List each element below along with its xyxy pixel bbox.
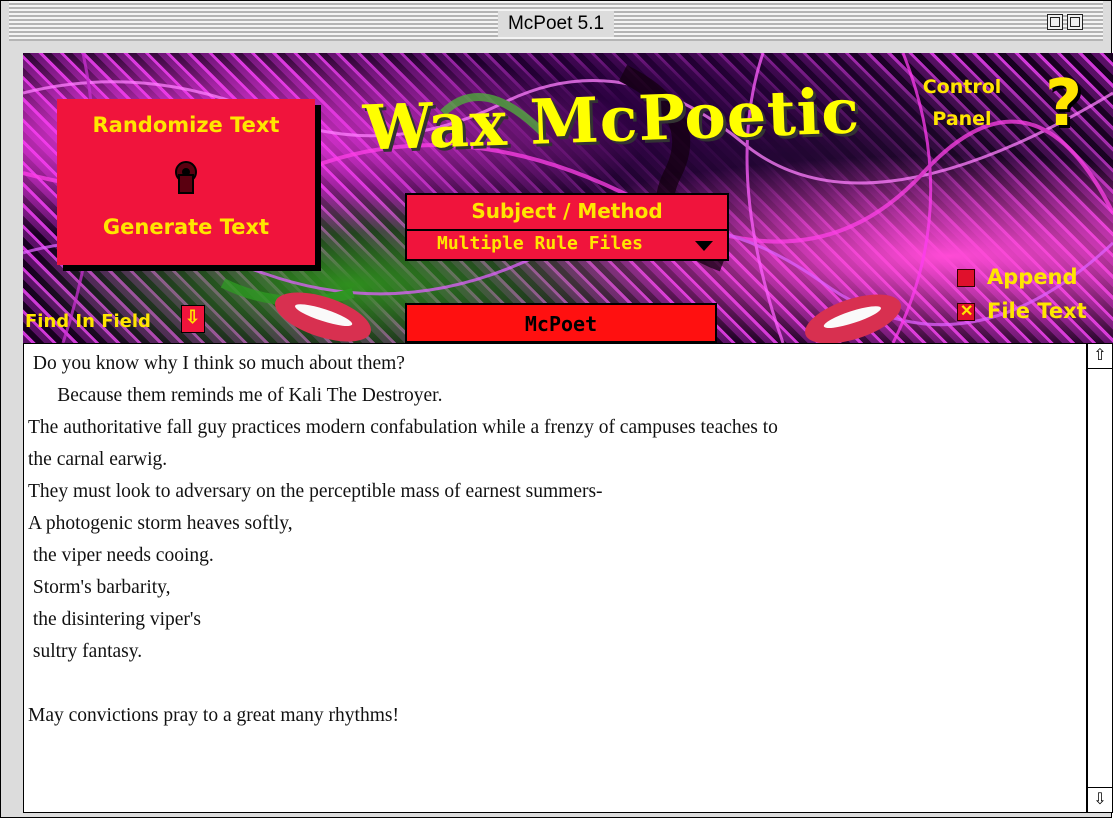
collapse-box-icon[interactable] [1067, 14, 1083, 30]
dropdown-arrow-icon [695, 241, 713, 251]
banner: Randomize Text Generate Text Wax McPoeti… [23, 53, 1113, 343]
poem-text: Do you know why I think so much about th… [28, 353, 778, 726]
poem-text-field[interactable]: Do you know why I think so much about th… [23, 343, 1087, 813]
method-selected-value: Multiple Rule Files [437, 233, 643, 254]
mcpoet-label: McPoet [524, 312, 598, 336]
append-checkbox[interactable] [957, 269, 975, 287]
find-in-field-label: Find In Field [25, 311, 151, 332]
randomize-generate-panel: Randomize Text Generate Text [57, 99, 315, 265]
find-in-field-button[interactable]: ⇩ [181, 305, 205, 333]
generate-text-button[interactable]: Generate Text [57, 215, 315, 239]
keyhole-icon[interactable] [171, 161, 201, 195]
vertical-scrollbar[interactable]: ⇧ ⇩ [1087, 343, 1113, 813]
subject-method-label: Subject / Method [471, 199, 663, 223]
mcpoet-button[interactable]: McPoet [405, 303, 717, 343]
help-icon[interactable]: ? [1045, 67, 1082, 141]
append-label: Append [987, 265, 1078, 289]
scroll-up-arrow-icon[interactable]: ⇧ [1088, 344, 1112, 369]
scroll-down-arrow-icon[interactable]: ⇩ [1088, 787, 1112, 812]
window-title: McPoet 5.1 [497, 11, 615, 37]
zoom-box-icon[interactable] [1047, 14, 1063, 30]
file-text-checkbox[interactable]: ✕ [957, 303, 975, 321]
randomize-text-button[interactable]: Randomize Text [57, 113, 315, 137]
checked-x-icon: ✕ [960, 303, 974, 320]
method-select[interactable]: Multiple Rule Files [407, 229, 727, 259]
down-arrow-icon: ⇩ [185, 307, 201, 327]
file-text-label: File Text [987, 299, 1087, 323]
title-bar[interactable]: McPoet 5.1 [9, 1, 1103, 41]
subject-method-panel: Subject / Method Multiple Rule Files [405, 193, 729, 261]
mcpoet-window: McPoet 5.1 Randomize Text Generate Text … [0, 0, 1113, 818]
control-panel-button[interactable]: Control Panel [907, 71, 1017, 135]
control-panel-label: Control Panel [922, 76, 1002, 130]
